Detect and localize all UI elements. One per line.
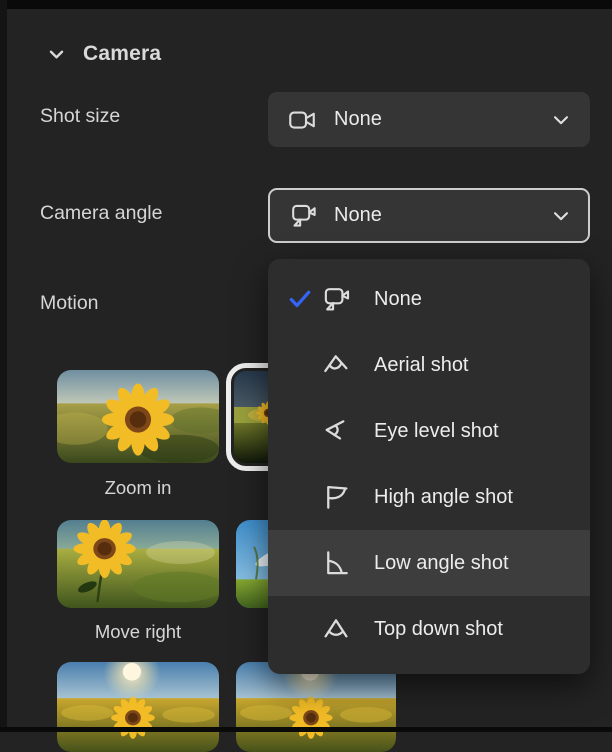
motion-option-move-right[interactable] <box>57 520 219 608</box>
camera-angle-label: Camera angle <box>40 202 163 224</box>
menu-item-eye-level-shot[interactable]: Eye level shot <box>268 398 590 464</box>
menu-item-none[interactable]: None <box>268 266 590 332</box>
zoom-in-label: Zoom in <box>104 477 172 498</box>
camera-angle-icon <box>286 201 319 231</box>
menu-item-label: Eye level shot <box>374 419 499 442</box>
menu-item-label: High angle shot <box>374 485 513 508</box>
motion-label: Motion <box>40 292 99 314</box>
check-placeholder <box>286 418 314 444</box>
camera-angle-menu: None Aerial shot Eye level shot High ang… <box>268 259 590 674</box>
menu-item-label: None <box>374 287 422 310</box>
move-right-label: Move right <box>94 621 182 642</box>
section-title: Camera <box>83 42 162 65</box>
motion-option-thumbnail[interactable] <box>236 662 396 752</box>
top-down-shot-icon <box>320 613 352 645</box>
motion-option-thumbnail[interactable] <box>57 662 219 752</box>
menu-item-low-angle-shot[interactable]: Low angle shot <box>268 530 590 596</box>
motion-option-zoom-in[interactable] <box>57 370 219 463</box>
check-placeholder <box>286 484 314 510</box>
low-angle-shot-icon <box>320 547 352 579</box>
eye-level-shot-icon <box>320 415 352 447</box>
chevron-down-icon <box>550 109 572 131</box>
menu-item-label: Aerial shot <box>374 353 469 376</box>
high-angle-shot-icon <box>320 481 352 513</box>
camera-angle-dropdown[interactable]: None <box>268 188 590 243</box>
aerial-shot-icon <box>320 349 352 381</box>
check-icon <box>286 286 314 312</box>
window-bottom-bar <box>0 727 612 732</box>
camera-angle-value: None <box>334 204 382 226</box>
chevron-down-icon <box>46 44 66 64</box>
menu-item-label: Low angle shot <box>374 551 509 574</box>
shot-size-value: None <box>334 108 382 130</box>
camera-section-header[interactable]: Camera <box>46 42 161 66</box>
shot-size-label: Shot size <box>40 105 121 127</box>
check-placeholder <box>286 550 314 576</box>
check-placeholder <box>286 616 314 642</box>
window-edge-strip <box>0 0 7 732</box>
check-placeholder <box>286 352 314 378</box>
video-camera-icon <box>286 105 319 135</box>
camera-angle-icon <box>320 283 352 315</box>
menu-item-aerial-shot[interactable]: Aerial shot <box>268 332 590 398</box>
menu-item-top-down-shot[interactable]: Top down shot <box>268 596 590 662</box>
chevron-down-icon <box>550 205 572 227</box>
menu-item-label: Top down shot <box>374 617 503 640</box>
window-top-bar <box>7 0 612 9</box>
menu-item-high-angle-shot[interactable]: High angle shot <box>268 464 590 530</box>
shot-size-dropdown[interactable]: None <box>268 92 590 147</box>
